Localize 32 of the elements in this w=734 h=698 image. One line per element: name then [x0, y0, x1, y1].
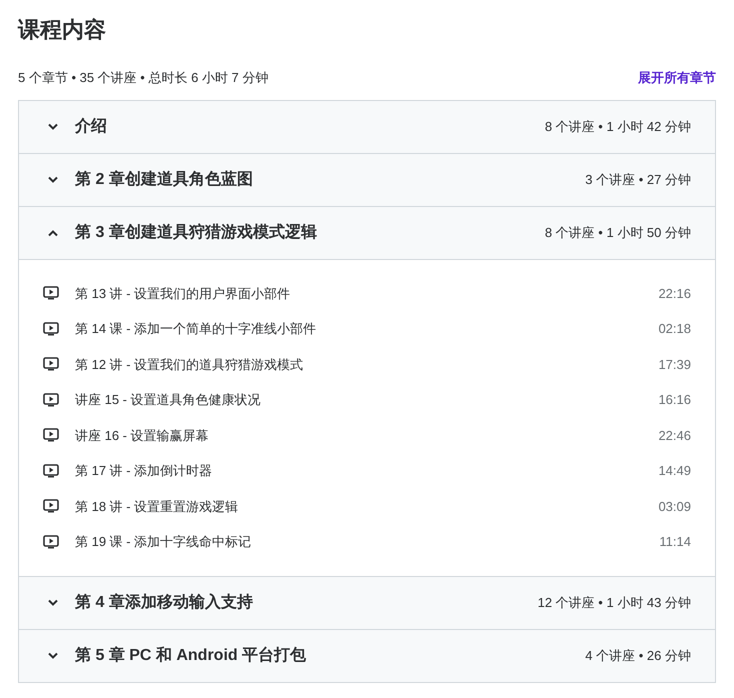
section-header[interactable]: 介绍 8 个讲座 • 1 小时 42 分钟	[19, 100, 715, 152]
expand-all-link[interactable]: 展开所有章节	[638, 68, 716, 88]
video-icon	[43, 392, 59, 407]
lecture-title[interactable]: 讲座 16 - 设置输赢屏幕	[75, 426, 642, 445]
video-icon	[43, 464, 59, 478]
lecture-title[interactable]: 第 13 讲 - 设置我们的用户界面小部件	[75, 284, 642, 303]
course-summary: 5 个章节 • 35 个讲座 • 总时长 6 小时 7 分钟	[18, 69, 268, 87]
video-icon	[43, 428, 59, 442]
lecture-title[interactable]: 讲座 15 - 设置道具角色健康状况	[75, 390, 642, 410]
lecture-duration: 02:18	[658, 320, 691, 338]
section-header[interactable]: 第 2 章创建道具角色蓝图 3 个讲座 • 27 分钟	[19, 154, 715, 206]
lecture-duration: 16:16	[658, 391, 691, 409]
lecture-title[interactable]: 第 19 课 - 添加十字线命中标记	[75, 532, 644, 552]
video-icon	[43, 322, 59, 336]
video-icon	[43, 357, 59, 372]
lecture-title[interactable]: 第 17 讲 - 添加倒计时器	[75, 461, 642, 480]
section-header[interactable]: 第 5 章 PC 和 Android 平台打包 4 个讲座 • 26 分钟	[19, 630, 715, 682]
lecture-duration: 03:09	[658, 498, 691, 516]
lecture-duration: 22:46	[658, 426, 691, 444]
video-icon	[43, 534, 59, 549]
lecture-title[interactable]: 第 14 课 - 添加一个简单的十字准线小部件	[75, 319, 642, 338]
section-header[interactable]: 第 4 章添加移动输入支持 12 个讲座 • 1 小时 43 分钟	[19, 576, 715, 628]
lecture-title[interactable]: 第 12 讲 - 设置我们的道具狩猎游戏模式	[75, 354, 642, 374]
video-icon	[43, 499, 59, 514]
section-header[interactable]: 第 3 章创建道具狩猎游戏模式逻辑 8 个讲座 • 1 小时 50 分钟	[19, 206, 715, 258]
lecture-duration: 17:39	[658, 356, 691, 374]
lecture-title[interactable]: 第 18 讲 - 设置重置游戏逻辑	[75, 496, 642, 516]
lecture-duration: 11:14	[659, 533, 691, 551]
lecture-duration: 14:49	[658, 462, 691, 480]
video-icon	[43, 286, 59, 300]
lecture-duration: 22:16	[658, 284, 691, 302]
page-title: 课程内容	[18, 16, 106, 44]
